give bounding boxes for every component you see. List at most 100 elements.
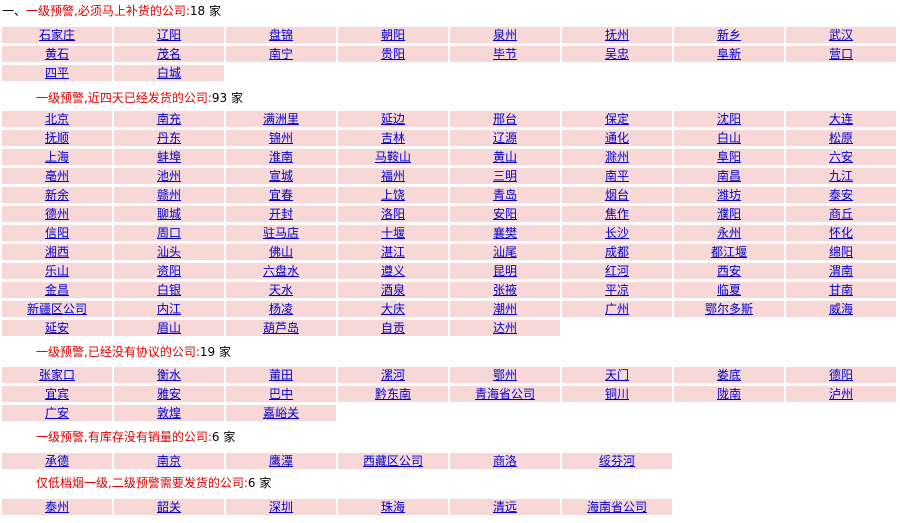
city-link[interactable]: 吉林 (381, 131, 405, 145)
city-link[interactable]: 佛山 (269, 245, 293, 259)
city-link[interactable]: 石家庄 (39, 28, 75, 42)
city-link[interactable]: 邢台 (493, 112, 517, 126)
city-link[interactable]: 新乡 (717, 28, 741, 42)
city-link[interactable]: 泉州 (493, 28, 517, 42)
city-link[interactable]: 贵阳 (381, 47, 405, 61)
city-link[interactable]: 抚州 (605, 28, 629, 42)
city-link[interactable]: 毕节 (493, 47, 517, 61)
city-link[interactable]: 满洲里 (263, 112, 299, 126)
city-link[interactable]: 张掖 (493, 283, 517, 297)
city-link[interactable]: 广州 (605, 302, 629, 316)
city-link[interactable]: 开封 (269, 207, 293, 221)
city-link[interactable]: 漯河 (381, 368, 405, 382)
city-link[interactable]: 商洛 (493, 454, 517, 468)
city-link[interactable]: 韶关 (157, 500, 181, 514)
city-link[interactable]: 巴中 (269, 387, 293, 401)
city-link[interactable]: 南京 (157, 454, 181, 468)
city-link[interactable]: 鄂州 (493, 368, 517, 382)
city-link[interactable]: 鄂尔多斯 (705, 302, 753, 316)
city-link[interactable]: 黄石 (45, 47, 69, 61)
city-link[interactable]: 周口 (157, 226, 181, 240)
city-link[interactable]: 德阳 (829, 368, 853, 382)
city-link[interactable]: 渭南 (829, 264, 853, 278)
city-link[interactable]: 营口 (829, 47, 853, 61)
city-link[interactable]: 天门 (605, 368, 629, 382)
city-link[interactable]: 金昌 (45, 283, 69, 297)
city-link[interactable]: 潍坊 (717, 188, 741, 202)
city-link[interactable]: 永州 (717, 226, 741, 240)
city-link[interactable]: 西藏区公司 (363, 454, 423, 468)
city-link[interactable]: 通化 (605, 131, 629, 145)
city-link[interactable]: 黔东南 (375, 387, 411, 401)
city-link[interactable]: 丹东 (157, 131, 181, 145)
city-link[interactable]: 泰安 (829, 188, 853, 202)
city-link[interactable]: 绵阳 (829, 245, 853, 259)
city-link[interactable]: 葫芦岛 (263, 321, 299, 335)
city-link[interactable]: 宜宾 (45, 387, 69, 401)
city-link[interactable]: 吴忠 (605, 47, 629, 61)
city-link[interactable]: 平凉 (605, 283, 629, 297)
city-link[interactable]: 娄底 (717, 368, 741, 382)
city-link[interactable]: 十堰 (381, 226, 405, 240)
city-link[interactable]: 资阳 (157, 264, 181, 278)
city-link[interactable]: 遵义 (381, 264, 405, 278)
city-link[interactable]: 淮南 (269, 150, 293, 164)
city-link[interactable]: 安阳 (493, 207, 517, 221)
city-link[interactable]: 赣州 (157, 188, 181, 202)
city-link[interactable]: 内江 (157, 302, 181, 316)
city-link[interactable]: 武汉 (829, 28, 853, 42)
city-link[interactable]: 亳州 (45, 169, 69, 183)
city-link[interactable]: 烟台 (605, 188, 629, 202)
city-link[interactable]: 鹰潭 (269, 454, 293, 468)
city-link[interactable]: 自贡 (381, 321, 405, 335)
city-link[interactable]: 宣城 (269, 169, 293, 183)
city-link[interactable]: 沈阳 (717, 112, 741, 126)
city-link[interactable]: 九江 (829, 169, 853, 183)
city-link[interactable]: 朝阳 (381, 28, 405, 42)
city-link[interactable]: 宜春 (269, 188, 293, 202)
city-link[interactable]: 黄山 (493, 150, 517, 164)
city-link[interactable]: 威海 (829, 302, 853, 316)
city-link[interactable]: 六安 (829, 150, 853, 164)
city-link[interactable]: 盘锦 (269, 28, 293, 42)
city-link[interactable]: 天水 (269, 283, 293, 297)
city-link[interactable]: 马鞍山 (375, 150, 411, 164)
city-link[interactable]: 张家口 (39, 368, 75, 382)
city-link[interactable]: 四平 (45, 66, 69, 80)
city-link[interactable]: 驻马店 (263, 226, 299, 240)
city-link[interactable]: 商丘 (829, 207, 853, 221)
city-link[interactable]: 北京 (45, 112, 69, 126)
city-link[interactable]: 嘉峪关 (263, 406, 299, 420)
city-link[interactable]: 茂名 (157, 47, 181, 61)
city-link[interactable]: 信阳 (45, 226, 69, 240)
city-link[interactable]: 红河 (605, 264, 629, 278)
city-link[interactable]: 青岛 (493, 188, 517, 202)
city-link[interactable]: 铜川 (605, 387, 629, 401)
city-link[interactable]: 长沙 (605, 226, 629, 240)
city-link[interactable]: 辽源 (493, 131, 517, 145)
city-link[interactable]: 成都 (605, 245, 629, 259)
city-link[interactable]: 清远 (493, 500, 517, 514)
city-link[interactable]: 眉山 (157, 321, 181, 335)
city-link[interactable]: 雅安 (157, 387, 181, 401)
city-link[interactable]: 聊城 (157, 207, 181, 221)
city-link[interactable]: 滁州 (605, 150, 629, 164)
city-link[interactable]: 新疆区公司 (27, 302, 87, 316)
city-link[interactable]: 陇南 (717, 387, 741, 401)
city-link[interactable]: 泰州 (45, 500, 69, 514)
city-link[interactable]: 莆田 (269, 368, 293, 382)
city-link[interactable]: 汕头 (157, 245, 181, 259)
city-link[interactable]: 西安 (717, 264, 741, 278)
city-link[interactable]: 达州 (493, 321, 517, 335)
city-link[interactable]: 临夏 (717, 283, 741, 297)
city-link[interactable]: 泸州 (829, 387, 853, 401)
city-link[interactable]: 湘西 (45, 245, 69, 259)
city-link[interactable]: 深圳 (269, 500, 293, 514)
city-link[interactable]: 白山 (717, 131, 741, 145)
city-link[interactable]: 酒泉 (381, 283, 405, 297)
city-link[interactable]: 承德 (45, 454, 69, 468)
city-link[interactable]: 绥芬河 (599, 454, 635, 468)
city-link[interactable]: 六盘水 (263, 264, 299, 278)
city-link[interactable]: 广安 (45, 406, 69, 420)
city-link[interactable]: 昆明 (493, 264, 517, 278)
